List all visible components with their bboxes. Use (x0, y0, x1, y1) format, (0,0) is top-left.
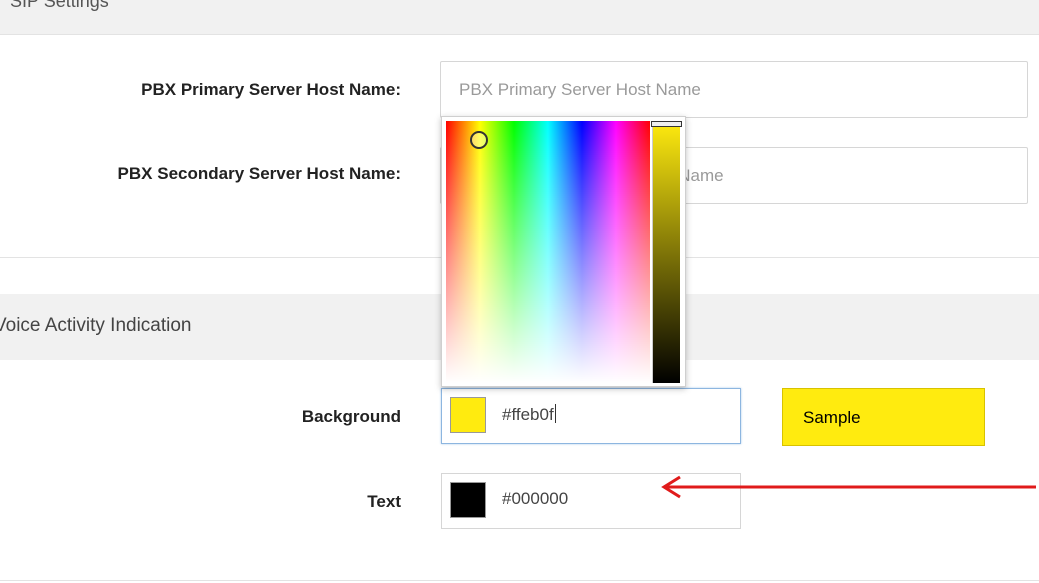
section-title-voice-activity: Voice Activity Indication (0, 315, 192, 336)
section-header-sip-settings: SIP Settings (0, 0, 1039, 35)
background-color-field[interactable]: #ffeb0f (441, 388, 741, 444)
background-color-label: Background (301, 407, 401, 426)
color-picker-brightness-slider[interactable] (651, 121, 682, 383)
pbx-secondary-label: PBX Secondary Server Host Name: (117, 164, 401, 183)
pbx-primary-label: PBX Primary Server Host Name: (141, 80, 401, 99)
background-color-swatch[interactable] (450, 397, 486, 433)
settings-page: SIP Settings PBX Primary Server Host Nam… (0, 0, 1039, 583)
sample-preview-text: Sample (803, 408, 861, 427)
color-picker-popup[interactable] (441, 116, 686, 387)
sample-preview: Sample (782, 388, 985, 446)
text-color-swatch[interactable] (450, 482, 486, 518)
bottom-divider (0, 580, 1039, 581)
section-title-sip-settings: SIP Settings (10, 0, 109, 11)
background-color-value-wrap[interactable]: #ffeb0f (502, 404, 556, 425)
text-caret (554, 404, 556, 423)
pbx-primary-host-input[interactable] (440, 61, 1028, 118)
background-color-value[interactable]: #ffeb0f (502, 405, 554, 424)
annotation-arrow-icon (661, 475, 1036, 499)
text-color-value[interactable]: #000000 (502, 489, 568, 509)
color-picker-saturation-area[interactable] (446, 121, 650, 383)
color-picker-selector-handle[interactable] (470, 131, 488, 149)
color-picker-brightness-handle[interactable] (651, 121, 682, 127)
text-color-label: Text (367, 492, 401, 511)
